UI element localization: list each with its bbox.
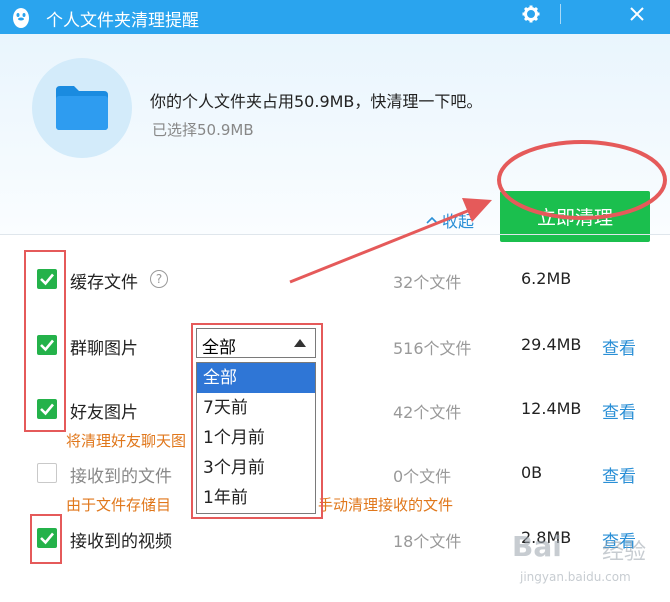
window-title: 个人文件夹清理提醒 [46, 11, 199, 31]
checkbox[interactable] [37, 399, 57, 419]
dropdown-option[interactable]: 全部 [197, 363, 315, 393]
item-count: 18个文件 [393, 532, 462, 551]
dropdown-option[interactable]: 1年前 [197, 483, 315, 513]
close-button[interactable] [612, 0, 662, 28]
watermark-url: jingyan.baidu.com [520, 570, 631, 584]
item-label: 好友图片 [70, 403, 138, 423]
checkbox[interactable] [37, 269, 57, 289]
item-label: 群聊图片 [70, 339, 138, 359]
help-icon[interactable]: ? [150, 270, 168, 288]
received-files-notice-right: 手动清理接收的文件 [318, 496, 454, 514]
check-icon [40, 273, 54, 286]
folder-icon [56, 86, 108, 130]
item-count: 42个文件 [393, 403, 462, 422]
selected-size: 已选择50.9MB [152, 121, 254, 139]
item-count: 516个文件 [393, 339, 472, 358]
received-files-notice-left: 由于文件存储目 [66, 496, 172, 514]
gear-icon [522, 5, 540, 23]
item-count: 32个文件 [393, 273, 462, 292]
friend-images-notice: 将清理好友聊天图 [66, 432, 187, 450]
item-size: 6.2MB [521, 269, 572, 288]
check-icon [40, 339, 54, 352]
item-label: 接收到的视频 [70, 532, 172, 552]
collapse-link[interactable]: 收起 [426, 208, 474, 232]
divider [0, 234, 670, 235]
title-bar: 个人文件夹清理提醒 [0, 0, 670, 34]
view-link[interactable]: 查看 [602, 334, 636, 359]
item-size: 12.4MB [521, 399, 582, 418]
item-size: 29.4MB [521, 335, 582, 354]
list-item: 缓存文件 ? 32个文件 6.2MB [0, 259, 670, 299]
item-label: 接收到的文件 [70, 467, 172, 487]
usage-headline: 你的个人文件夹占用50.9MB，快清理一下吧。 [150, 92, 483, 111]
item-label: 缓存文件 [70, 273, 138, 293]
qq-penguin-icon [13, 8, 29, 28]
list-item: 好友图片 42个文件 12.4MB 查看 [0, 389, 670, 429]
settings-button[interactable] [506, 0, 556, 28]
time-range-select[interactable]: 全部 [196, 328, 316, 358]
list-item: 群聊图片 516个文件 29.4MB 查看 [0, 325, 670, 365]
item-size: 0B [521, 463, 543, 482]
view-link[interactable]: 查看 [602, 527, 636, 552]
view-link[interactable]: 查看 [602, 398, 636, 423]
check-icon [40, 403, 54, 416]
list-item: 接收到的视频 18个文件 2.8MB 查看 [0, 518, 670, 558]
checkbox[interactable] [37, 335, 57, 355]
summary-panel: 你的个人文件夹占用50.9MB，快清理一下吧。 已选择50.9MB 收起 立即清… [0, 34, 670, 242]
dropdown-option[interactable]: 7天前 [197, 393, 315, 423]
item-count: 0个文件 [393, 467, 452, 486]
checkbox[interactable] [37, 528, 57, 548]
caret-up-icon [294, 339, 306, 347]
checkbox[interactable] [37, 463, 57, 483]
titlebar-separator [560, 4, 561, 24]
view-link[interactable]: 查看 [602, 462, 636, 487]
dropdown-option[interactable]: 1个月前 [197, 423, 315, 453]
item-size: 2.8MB [521, 528, 572, 547]
time-range-dropdown: 全部 7天前 1个月前 3个月前 1年前 [196, 362, 316, 514]
folder-badge [32, 58, 132, 158]
chevron-up-icon [426, 216, 438, 224]
list-item: 接收到的文件 0个文件 0B 查看 [0, 453, 670, 493]
select-value: 全部 [202, 338, 236, 358]
check-icon [40, 532, 54, 545]
close-icon [630, 7, 644, 21]
collapse-label: 收起 [442, 212, 475, 231]
dropdown-option[interactable]: 3个月前 [197, 453, 315, 483]
